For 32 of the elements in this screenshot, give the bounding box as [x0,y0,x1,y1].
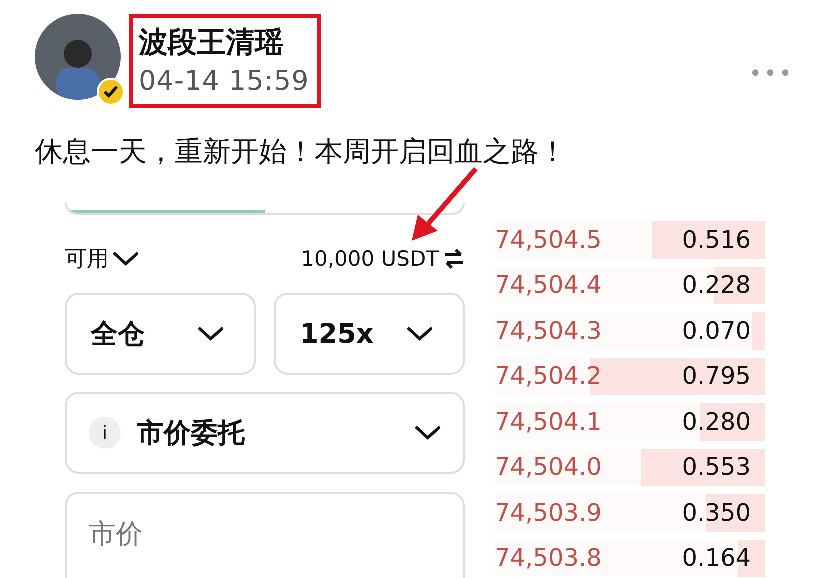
balance-amount: 10,000 USDT [301,247,439,271]
order-amount: 0.795 [682,362,751,390]
order-amount: 0.350 [682,498,751,527]
order-price: 74,504.0 [495,453,602,482]
post-time: 04-14 15:59 [139,65,310,99]
caret-icon[interactable] [198,326,224,342]
order-price: 74,504.2 [495,362,602,390]
order-amount: 0.553 [682,453,751,482]
author-name[interactable]: 波段王清瑶 [139,24,310,60]
order-price: 74,504.1 [495,408,602,436]
order-price: 74,504.3 [495,316,602,345]
available-label[interactable]: 可用 [65,244,109,274]
order-type-select[interactable]: i 市价委托 [65,392,465,474]
order-amount: 0.070 [682,316,751,345]
caret-icon[interactable] [407,326,433,342]
side-toggle[interactable] [65,203,465,215]
order-price: 74,503.8 [495,544,602,572]
price-field[interactable]: 市价 [65,492,465,578]
order-amount: 0.228 [682,271,751,300]
post-text: 休息一天，重新开始！本周开启回血之路！ [35,134,568,170]
order-amount: 0.280 [682,408,751,436]
order-amount: 0.164 [682,544,751,572]
caret-icon[interactable] [113,251,139,267]
order-amount: 0.516 [682,226,751,254]
info-icon[interactable]: i [89,417,121,449]
order-price: 74,504.5 [495,226,602,254]
dropdown-select[interactable]: 全仓 [65,293,256,375]
caret-icon[interactable] [415,425,441,441]
order-price: 74,504.4 [495,271,602,300]
order-price: 74,503.9 [495,498,602,527]
dropdown-select[interactable]: 125x [274,293,465,375]
swap-icon[interactable] [443,248,465,270]
